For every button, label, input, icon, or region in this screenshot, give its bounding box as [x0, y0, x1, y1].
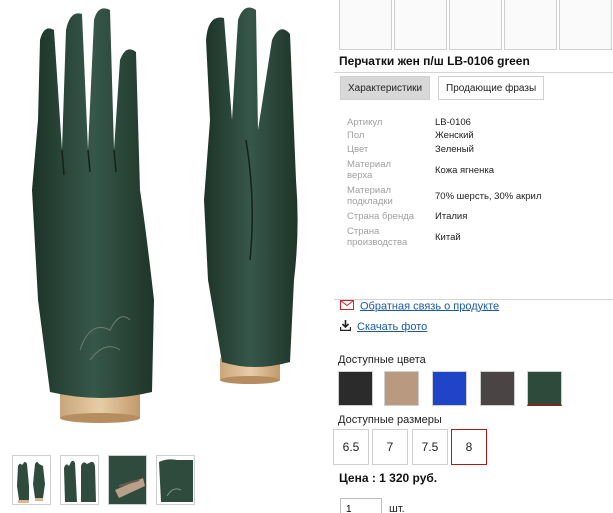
gallery-thumb-4[interactable]	[156, 455, 195, 505]
size-option-7[interactable]: 7	[372, 429, 408, 465]
gloves-flat-thumbnail	[64, 460, 96, 502]
color-swatch-black[interactable]	[338, 371, 373, 406]
gallery-thumb-top-3[interactable]	[449, 0, 502, 50]
spec-value-production-country: Китай	[435, 232, 461, 243]
size-option-7-5[interactable]: 7.5	[412, 429, 448, 465]
color-swatch-blue[interactable]	[432, 371, 467, 406]
download-icon	[339, 320, 352, 334]
spec-label-color: Цвет	[347, 144, 369, 155]
gloves-pair-thumbnail	[17, 462, 45, 503]
spec-label-production-country: Страна производства	[347, 226, 408, 248]
spec-value-gender: Женский	[435, 130, 474, 141]
feedback-link-label: Обратная связь о продукте	[360, 300, 500, 313]
gallery-thumb-top-1[interactable]	[339, 0, 392, 50]
quantity-input[interactable]	[340, 498, 382, 513]
color-swatch-green[interactable]	[527, 371, 562, 406]
spec-value-color: Зеленый	[435, 144, 474, 155]
spec-label-brand-country: Страна бренда	[347, 211, 415, 222]
gallery-thumb-3[interactable]	[108, 455, 147, 505]
spec-label-gender: Пол	[347, 130, 365, 141]
spec-value-article: LB-0106	[435, 117, 471, 128]
download-photo-label: Скачать фото	[357, 321, 428, 333]
price-label: Цена : 1 320 руб.	[339, 471, 438, 485]
gallery-thumb-top-4[interactable]	[504, 0, 557, 50]
glove-detail-thumbnail	[109, 456, 146, 504]
gallery-thumb-2[interactable]	[60, 455, 99, 505]
gallery-thumb-1[interactable]	[12, 455, 51, 505]
glove-cuff-thumbnail	[157, 456, 194, 504]
size-option-6-5[interactable]: 6.5	[333, 429, 369, 465]
gallery-thumb-top-5[interactable]	[559, 0, 612, 50]
spec-label-upper-material: Материал верха	[347, 159, 392, 181]
sizes-title: Доступные размеры	[338, 414, 442, 426]
color-swatch-beige[interactable]	[384, 371, 419, 406]
quantity-unit: шт.	[389, 503, 405, 513]
mail-icon	[340, 300, 354, 313]
feedback-link[interactable]: Обратная связь о продукте	[340, 300, 499, 313]
download-photo-link[interactable]: Скачать фото	[339, 320, 428, 334]
color-swatch-dark-grey[interactable]	[480, 371, 515, 406]
tab-selling-phrases[interactable]: Продающие фразы	[438, 76, 545, 100]
spec-label-lining-material: Материал подкладки	[347, 185, 393, 207]
product-main-image	[32, 7, 298, 423]
spec-value-brand-country: Италия	[435, 211, 468, 222]
product-title: Перчатки жен п/ш LB-0106 green	[339, 54, 530, 68]
spec-label-article: Артикул	[347, 117, 383, 128]
size-option-8[interactable]: 8	[451, 429, 487, 465]
gallery-thumb-top-2[interactable]	[394, 0, 447, 50]
spec-value-lining-material: 70% шерсть, 30% акрил	[435, 191, 542, 202]
tab-characteristics[interactable]: Характеристики	[340, 76, 431, 100]
spec-value-upper-material: Кожа ягненка	[435, 165, 495, 176]
colors-title: Доступные цвета	[338, 354, 426, 366]
